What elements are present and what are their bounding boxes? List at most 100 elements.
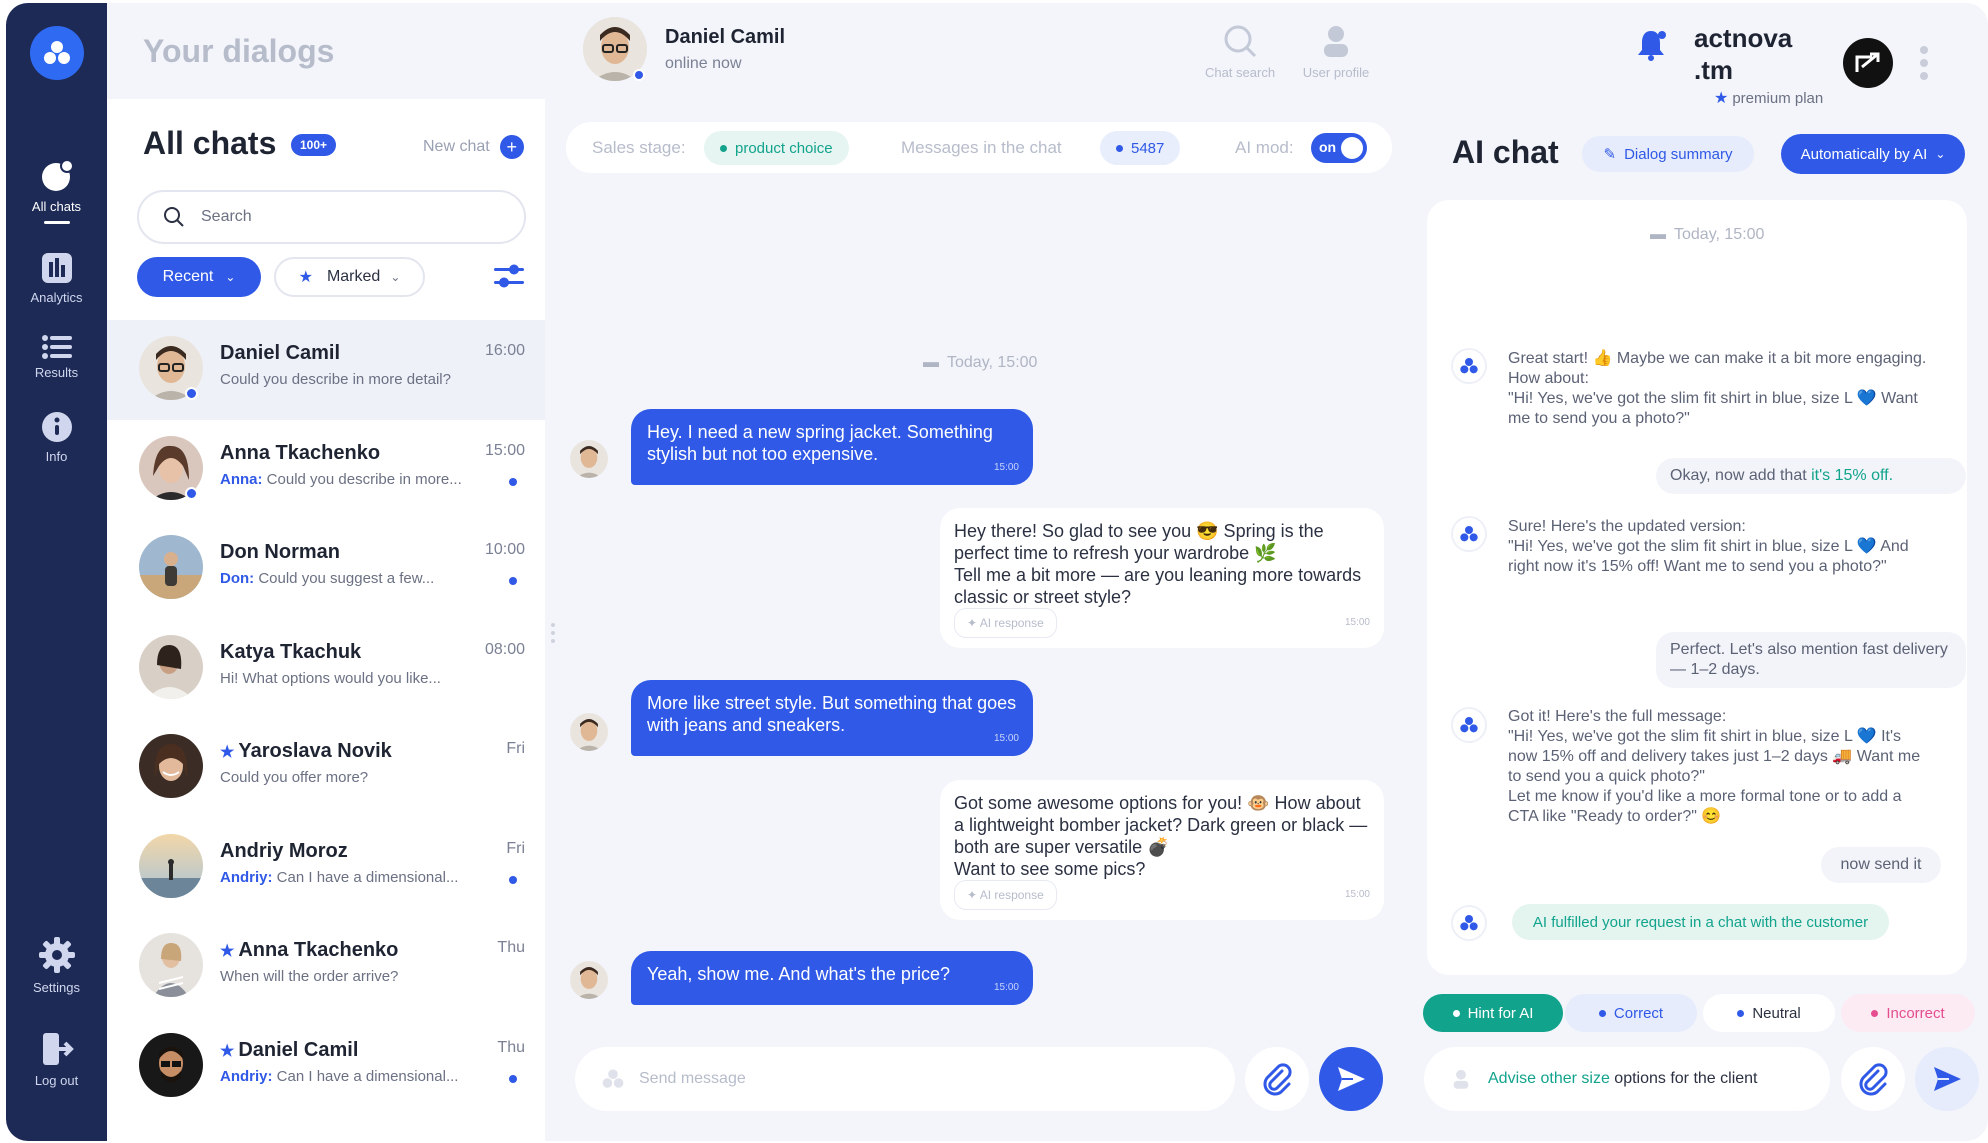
chat-list: Daniel Camil Could you describe in more … [107,320,545,1116]
app-window: All chats Analytics Results Info Setting… [6,3,1988,1141]
search-input[interactable]: Search [137,190,526,244]
page-title: Your dialogs [143,33,335,69]
marked-filter-label: Marked [326,268,381,285]
sidebar-nav: All chats Analytics Results Info Setting… [6,3,107,1141]
chat-name: Anna Tkachenko [220,441,381,464]
online-indicator [633,69,645,81]
user-icon [1453,1069,1469,1089]
ai-mode-dropdown[interactable]: Automatically by AI ⌄ [1781,134,1965,174]
chat-list-item[interactable]: Andriy Moroz Andriy: Can I have a dimens… [107,818,545,918]
chat-name: ★ Daniel Camil [220,1038,359,1061]
chat-preview: Could you offer more? [220,769,369,786]
filter-settings-icon[interactable] [494,263,524,294]
chevron-down-icon: ⌄ [1935,147,1946,161]
chat-preview: Anna: Could you describe in more... [220,470,462,488]
unread-indicator [509,577,517,585]
avatar [139,734,203,798]
chat-bubble-icon [41,159,74,191]
ai-user-message: Okay, now add that it's 15% off. [1656,458,1966,494]
sidebar-item-settings[interactable]: Settings [6,936,107,995]
chat-time: 16:00 [484,342,525,359]
notification-bell-icon[interactable] [1633,27,1669,68]
sidebar-item-label: Analytics [30,290,83,305]
chat-list-item[interactable]: Katya Tkachuk Hi! What options would you… [107,619,545,719]
chat-list-item[interactable]: Don Norman Don: Could you suggest a few.… [107,519,545,619]
chat-preview: Could you describe in more detail? [220,371,451,388]
ai-mod-toggle[interactable]: on [1311,133,1367,163]
avatar [139,833,203,898]
chat-list-item[interactable]: ★ Daniel Camil Andriy: Can I have a dimen… [107,1017,545,1117]
dialog-summary-button[interactable]: ✎ Dialog summary [1582,136,1754,172]
info-icon [41,412,72,442]
plus-icon: + [499,135,524,159]
chat-list-item[interactable]: ★ Yaroslava Novik Could you offer more? F… [107,718,545,818]
user-profile-button[interactable]: User profile [1291,23,1381,80]
messages-count-label: Messages in the chat [901,138,1062,157]
new-chat-label: New chat [423,138,490,155]
chats-title: All chats [143,125,277,161]
avatar [570,713,608,751]
calendar-icon: ▬ [1650,226,1666,243]
attach-button[interactable] [1841,1047,1905,1111]
chat-preview: Andriy: Can I have a dimensional... [220,1067,459,1085]
chat-search-label: Chat search [1204,65,1276,80]
sidebar-item-all-chats[interactable]: All chats [6,159,107,224]
conversation-status-bar: Sales stage: product choice Messages in … [566,122,1392,173]
sidebar-item-analytics[interactable]: Analytics [6,252,107,305]
online-indicator [185,486,198,500]
recent-filter-dropdown[interactable]: Recent ⌄ [137,257,261,297]
sidebar-item-logout[interactable]: Log out [6,1031,107,1088]
customer-message: More like street style. But something th… [631,680,1033,756]
chat-list-item[interactable]: Anna Tkachenko Anna: Could you describe … [107,420,545,520]
correct-tag[interactable]: Correct [1565,994,1697,1032]
ai-response-tag: ✦ AI response [954,880,1057,910]
chevron-down-icon: ⌄ [390,270,401,284]
send-message-placeholder: Send message [639,1070,746,1087]
search-icon [1224,25,1257,58]
chats-count-badge: 100+ [291,134,337,156]
ai-bot-icon [1451,348,1487,384]
brand-name-line2: .tm [1694,55,1733,85]
chat-list-item[interactable]: ★ Anna Tkachenko When will the order arri… [107,917,545,1017]
account-avatar[interactable] [1843,38,1893,88]
incorrect-tag[interactable]: Incorrect [1841,994,1975,1032]
gear-icon [38,937,75,973]
ai-bot-icon [1451,905,1487,941]
send-hint-button[interactable] [1915,1047,1979,1111]
ai-user-message: now send it [1821,847,1941,883]
star-icon: ★ [220,744,235,761]
attach-button[interactable] [1245,1047,1309,1111]
search-icon [164,207,184,227]
resize-handle[interactable] [551,623,555,647]
star-icon: ★ [220,943,235,960]
sidebar-item-info[interactable]: Info [6,411,107,464]
send-message-input[interactable]: Send message [575,1047,1235,1111]
more-options-icon[interactable] [1920,46,1928,85]
chat-name: ★ Anna Tkachenko [220,939,399,961]
ai-hint-input[interactable]: Advise other size options for the client [1424,1047,1830,1111]
star-icon: ★ [298,269,313,286]
new-chat-button[interactable]: New chat + [423,135,524,159]
marked-filter-dropdown[interactable]: ★ Marked ⌄ [274,257,425,297]
chat-time: Fri [506,740,525,757]
send-button[interactable] [1319,1047,1383,1111]
app-logo[interactable] [30,26,84,80]
neutral-tag[interactable]: Neutral [1703,994,1835,1032]
hint-for-ai-tag[interactable]: Hint for AI [1423,994,1563,1032]
ai-bot-message: Got it! Here's the full message: "Hi! Ye… [1508,708,1921,825]
chat-time: Thu [497,939,525,956]
brand-account[interactable]: actnova .tm ★ premium plan [1694,22,1823,107]
contact-name: Daniel Camil [665,25,786,48]
header-contact[interactable]: Daniel Camil online now [583,17,785,81]
ai-fulfilled-badge: AI fulfilled your request in a chat with… [1512,904,1889,940]
logout-icon [42,1033,74,1065]
chat-list-item[interactable]: Daniel Camil Could you describe in more … [107,320,545,420]
ai-hint-value: Advise other size options for the client [1488,1070,1758,1087]
sidebar-item-results[interactable]: Results [6,335,107,380]
chat-time: Thu [497,1038,525,1056]
chat-search-button[interactable]: Chat search [1195,23,1285,80]
sidebar-item-label: Results [34,365,79,380]
chat-name: Andriy Moroz [220,839,348,862]
ai-chat-title: AI chat [1452,134,1559,170]
sales-stage-chip[interactable]: product choice [704,131,849,165]
